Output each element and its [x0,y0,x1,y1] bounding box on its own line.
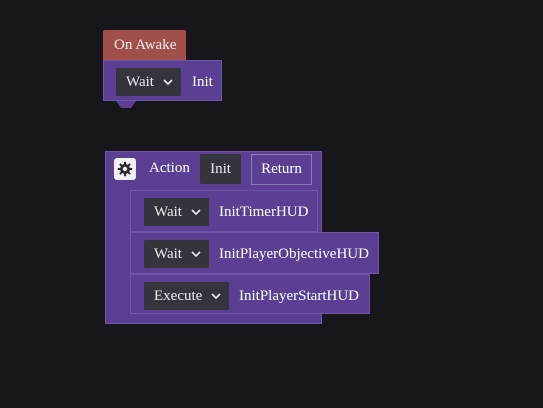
mode-dropdown[interactable]: Wait [144,198,209,226]
chevron-down-icon [191,209,201,216]
mode-dropdown-value: Wait [154,203,182,220]
return-button[interactable]: Return [251,154,312,185]
on-awake-event-block[interactable]: On Awake [103,30,186,60]
event-label: On Awake [114,37,177,53]
chevron-down-icon [163,79,173,86]
target-label: InitPlayerStartHUD [239,288,359,304]
target-label: InitPlayerObjectiveHUD [219,246,369,262]
block-connector [116,101,136,108]
chevron-down-icon [191,251,201,258]
mode-dropdown-value: Wait [126,73,154,90]
mode-dropdown-value: Execute [154,287,203,304]
settings-button[interactable] [114,158,136,180]
return-button-label: Return [261,161,302,177]
wait-init-block[interactable]: Wait Init [103,60,222,101]
chevron-down-icon [211,293,221,300]
mode-dropdown[interactable]: Execute [144,282,229,310]
target-label: InitTimerHUD [219,204,309,220]
action-row-2[interactable]: Wait InitPlayerObjectiveHUD [130,232,379,274]
action-row-1[interactable]: Wait InitTimerHUD [130,190,318,232]
blocks-workspace[interactable]: On Awake Wait Init Action Init Return Wa… [0,0,543,408]
mode-dropdown-value: Wait [154,245,182,262]
action-label: Action [149,160,190,176]
action-name-field[interactable]: Init [200,154,241,184]
mode-dropdown[interactable]: Wait [144,240,209,268]
action-name-value: Init [210,160,231,177]
action-row-3[interactable]: Execute InitPlayerStartHUD [130,274,370,314]
gear-icon [117,161,133,177]
target-label: Init [192,74,213,90]
mode-dropdown[interactable]: Wait [116,68,181,96]
